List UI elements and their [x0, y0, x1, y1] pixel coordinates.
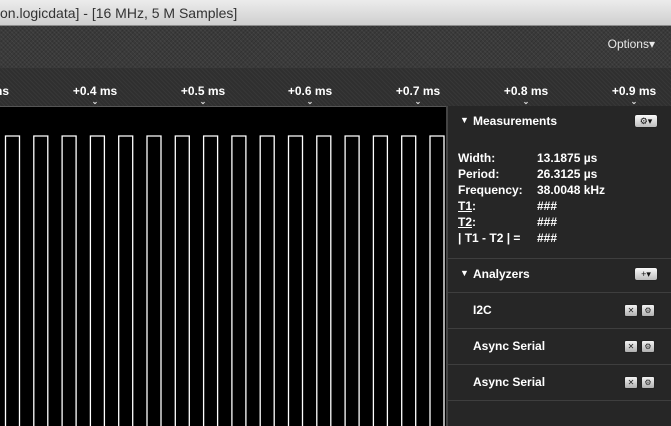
- ruler-tick: +0.7 ms ⌄: [395, 84, 441, 106]
- analyzers-header: ▼ Analyzers +▾: [448, 259, 671, 289]
- signal-waveform: [4, 135, 445, 426]
- signal-pulse: [429, 135, 445, 426]
- signal-pulse: [146, 135, 162, 426]
- ruler-tick: ns: [0, 84, 10, 98]
- measurements-title: Measurements: [473, 114, 558, 128]
- tick-marker-icon: ⌄: [630, 97, 638, 106]
- gear-icon: ⚙▾: [639, 116, 653, 126]
- tick-marker-icon: ⌄: [414, 97, 422, 106]
- t1-link[interactable]: T1: [458, 199, 472, 213]
- ruler-tick: +0.4 ms ⌄: [72, 84, 118, 106]
- analyzers-title: Analyzers: [473, 267, 530, 281]
- signal-pulse: [401, 135, 417, 426]
- analyzer-row[interactable]: Async Serial ✕ ⚙: [448, 329, 671, 364]
- window-title: on.logicdata] - [16 MHz, 5 M Samples]: [0, 5, 238, 21]
- tick-marker-icon: ⌄: [522, 97, 530, 106]
- measurements-gear-button[interactable]: ⚙▾: [634, 114, 658, 128]
- analyzer-label: Async Serial: [473, 339, 546, 353]
- close-icon[interactable]: ✕: [624, 376, 638, 389]
- measurements-header: ▼ Measurements ⚙▾: [448, 106, 671, 136]
- waveform-area[interactable]: [0, 107, 446, 426]
- ruler-tick: +0.5 ms ⌄: [180, 84, 226, 106]
- t2-link[interactable]: T2: [458, 215, 472, 229]
- tick-marker-icon: ⌄: [91, 97, 99, 106]
- add-analyzer-button[interactable]: +▾: [634, 267, 658, 281]
- gear-icon[interactable]: ⚙: [641, 304, 655, 317]
- signal-pulse: [33, 135, 49, 426]
- gear-icon[interactable]: ⚙: [641, 376, 655, 389]
- signal-pulse: [89, 135, 106, 426]
- divider: [448, 400, 671, 401]
- triangle-down-icon[interactable]: ▼: [460, 115, 469, 125]
- window-titlebar: on.logicdata] - [16 MHz, 5 M Samples]: [0, 0, 671, 26]
- signal-pulse: [4, 135, 21, 426]
- close-icon[interactable]: ✕: [624, 340, 638, 353]
- ruler-tick: +0.9 ms ⌄: [611, 84, 657, 106]
- signal-pulse: [372, 135, 389, 426]
- signal-pulse: [231, 135, 247, 426]
- signal-pulse: [287, 135, 304, 426]
- triangle-down-icon[interactable]: ▼: [460, 268, 469, 278]
- analyzer-row[interactable]: I2C ✕ ⚙: [448, 293, 671, 328]
- analyzer-label: I2C: [473, 303, 492, 317]
- toolbar: Options▾: [0, 26, 671, 68]
- signal-pulse: [118, 135, 134, 426]
- ruler-tick: +0.6 ms ⌄: [287, 84, 333, 106]
- analyzer-row[interactable]: Async Serial ✕ ⚙: [448, 365, 671, 400]
- signal-pulse: [316, 135, 332, 426]
- options-menu-button[interactable]: Options▾: [608, 37, 655, 51]
- signal-pulse: [61, 135, 77, 426]
- close-icon[interactable]: ✕: [624, 304, 638, 317]
- signal-pulse: [202, 135, 219, 426]
- tick-marker-icon: ⌄: [306, 97, 314, 106]
- analyzer-label: Async Serial: [473, 375, 546, 389]
- gear-icon[interactable]: ⚙: [641, 340, 655, 353]
- signal-pulse: [259, 135, 275, 426]
- side-panel: ▼ Measurements ⚙▾ Width: 13.1875 µs Perio…: [446, 106, 671, 426]
- tick-marker-icon: ⌄: [199, 97, 207, 106]
- ruler-tick: +0.8 ms ⌄: [503, 84, 549, 106]
- time-ruler: ns +0.4 ms⌄ +0.5 ms⌄ +0.6 ms⌄ +0.7 ms⌄ +…: [0, 68, 671, 107]
- add-icon: +▾: [641, 269, 651, 279]
- signal-pulse: [344, 135, 360, 426]
- signal-pulse: [174, 135, 190, 426]
